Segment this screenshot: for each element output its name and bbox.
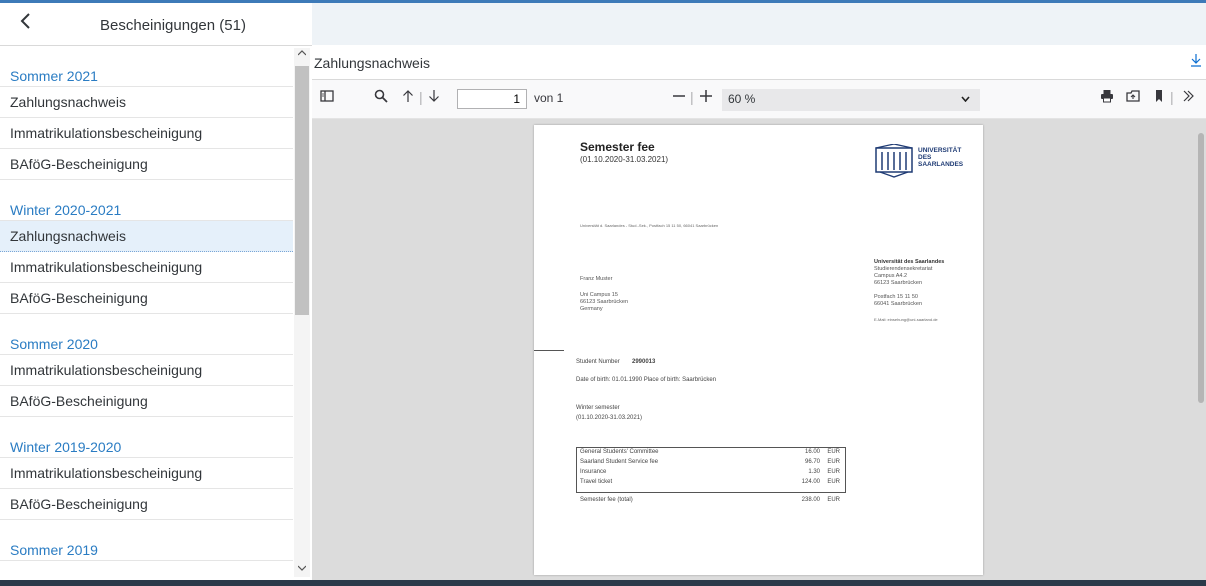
recipient-name: Franz Muster	[580, 276, 613, 282]
list-item[interactable]: Immatrikulationsbescheinigung	[0, 118, 293, 149]
university-campus: Campus A4.2	[874, 273, 908, 279]
fold-mark	[534, 350, 564, 351]
university-pocity: 66041 Saarbrücken	[874, 301, 923, 307]
arrow-down-icon[interactable]	[428, 89, 440, 106]
zoom-select[interactable]: 60 %	[722, 89, 980, 111]
total-row: Semester fee (total) 238.00 EUR	[580, 497, 840, 503]
recipient-address-2: 66123 Saarbrücken	[580, 299, 629, 305]
toolbar-separator: |	[690, 89, 694, 105]
scroll-down-icon[interactable]	[294, 563, 310, 577]
list-item[interactable]: BAföG-Bescheinigung	[0, 283, 293, 314]
group-heading-winter-2020-2021: Winter 2020-2021	[0, 180, 293, 221]
university-email: E-Mail: einsehung@uni-saarland.de	[874, 317, 938, 322]
group-heading-sommer-2021: Sommer 2021	[0, 46, 293, 87]
list-item[interactable]: Immatrikulationsbescheinigung	[0, 355, 293, 386]
minus-icon	[673, 95, 685, 97]
list-item[interactable]: Zahlungsnachweis	[0, 87, 293, 118]
pdf-toolbar: | von 1 | 60 % |	[312, 80, 1206, 119]
list-title: Bescheinigungen (51)	[100, 17, 246, 34]
university-department: Studierendensekretariat	[874, 266, 933, 272]
back-button[interactable]	[14, 10, 38, 36]
scroll-thumb[interactable]	[295, 66, 309, 315]
list-item[interactable]: Immatrikulationsbescheinigung	[0, 252, 293, 283]
birth-line: Date of birth: 01.01.1990 Place of birth…	[576, 377, 717, 383]
page-count-label: von 1	[534, 91, 564, 105]
plus-icon	[700, 90, 712, 102]
open-file-icon[interactable]	[1126, 89, 1140, 106]
list-header: Bescheinigungen (51)	[0, 3, 312, 46]
pdf-viewer[interactable]: Semester fee (01.10.2020-31.03.2021) UNI…	[312, 119, 1206, 580]
certificate-list: Sommer 2021 Zahlungsnachweis Immatrikula…	[0, 46, 293, 561]
print-icon[interactable]	[1100, 89, 1114, 106]
group-heading-sommer-2020: Sommer 2020	[0, 314, 293, 355]
scroll-up-icon[interactable]	[294, 48, 310, 62]
sidebar-toggle-icon[interactable]	[320, 89, 334, 106]
search-icon[interactable]	[374, 89, 388, 106]
list-item-selected[interactable]: Zahlungsnachweis	[0, 221, 293, 252]
sender-line: Universität d. Saarlandes - Stud.-Sek., …	[580, 223, 719, 228]
table-row: Travel ticket 124.00 EUR	[580, 479, 840, 485]
zoom-value: 60 %	[728, 92, 756, 106]
university-logo-text: UNIVERSITÄT DES SAARLANDES	[918, 147, 964, 168]
double-chevron-right-icon[interactable]	[1182, 89, 1194, 106]
document-title: Zahlungsnachweis	[314, 55, 430, 71]
document-title-bar: Zahlungsnachweis	[312, 45, 1206, 80]
bottom-bar	[0, 580, 1206, 586]
list-item[interactable]: Immatrikulationsbescheinigung	[0, 458, 293, 489]
recipient-address-1: Uni Campus 15	[580, 292, 618, 298]
student-number-label: Student Number	[576, 359, 620, 365]
table-row: Saarland Student Service fee 96.70 EUR	[580, 459, 840, 465]
group-heading-winter-2019-2020: Winter 2019-2020	[0, 417, 293, 458]
zoom-out-button[interactable]	[672, 89, 686, 106]
toolbar-separator: |	[1170, 89, 1174, 105]
pdf-page: Semester fee (01.10.2020-31.03.2021) UNI…	[534, 125, 983, 575]
semester-period: (01.10.2020-31.03.2021)	[576, 415, 643, 421]
student-number: 2990013	[632, 359, 656, 365]
list-scrollbar[interactable]	[294, 48, 310, 577]
bookmark-icon[interactable]	[1154, 89, 1164, 106]
list-item[interactable]: BAföG-Bescheinigung	[0, 386, 293, 417]
chevron-down-icon	[961, 91, 970, 105]
university-city: 66123 Saarbrücken	[874, 280, 923, 286]
document-pane: Zahlungsnachweis | von 1 | 60 %	[312, 3, 1206, 580]
chevron-left-icon	[20, 13, 30, 29]
pdf-heading: Semester fee	[580, 140, 655, 154]
university-pobox: Postfach 15 11 50	[874, 294, 918, 300]
viewer-scrollbar[interactable]	[1196, 119, 1206, 580]
list-item[interactable]: BAföG-Bescheinigung	[0, 489, 293, 520]
viewer-scroll-thumb[interactable]	[1198, 133, 1204, 403]
list-item[interactable]: BAföG-Bescheinigung	[0, 149, 293, 180]
table-row: Insurance 1.30 EUR	[580, 469, 840, 475]
zoom-in-button[interactable]	[699, 89, 713, 106]
recipient-country: Germany	[580, 306, 603, 312]
group-heading-sommer-2019: Sommer 2019	[0, 520, 293, 561]
page-number-input[interactable]	[457, 89, 527, 109]
detail-header-bar	[312, 3, 1206, 45]
certificates-list-pane: Bescheinigungen (51) Sommer 2021 Zahlung…	[0, 3, 312, 580]
toolbar-separator: |	[419, 89, 423, 105]
table-row: General Students' Committee 16.00 EUR	[580, 449, 840, 455]
semester-label: Winter semester	[576, 405, 620, 411]
download-icon[interactable]	[1190, 53, 1202, 70]
university-name: Universität des Saarlandes	[874, 259, 945, 265]
arrow-up-icon[interactable]	[402, 89, 414, 106]
university-logo-icon	[875, 144, 913, 178]
pdf-period: (01.10.2020-31.03.2021)	[580, 155, 669, 164]
